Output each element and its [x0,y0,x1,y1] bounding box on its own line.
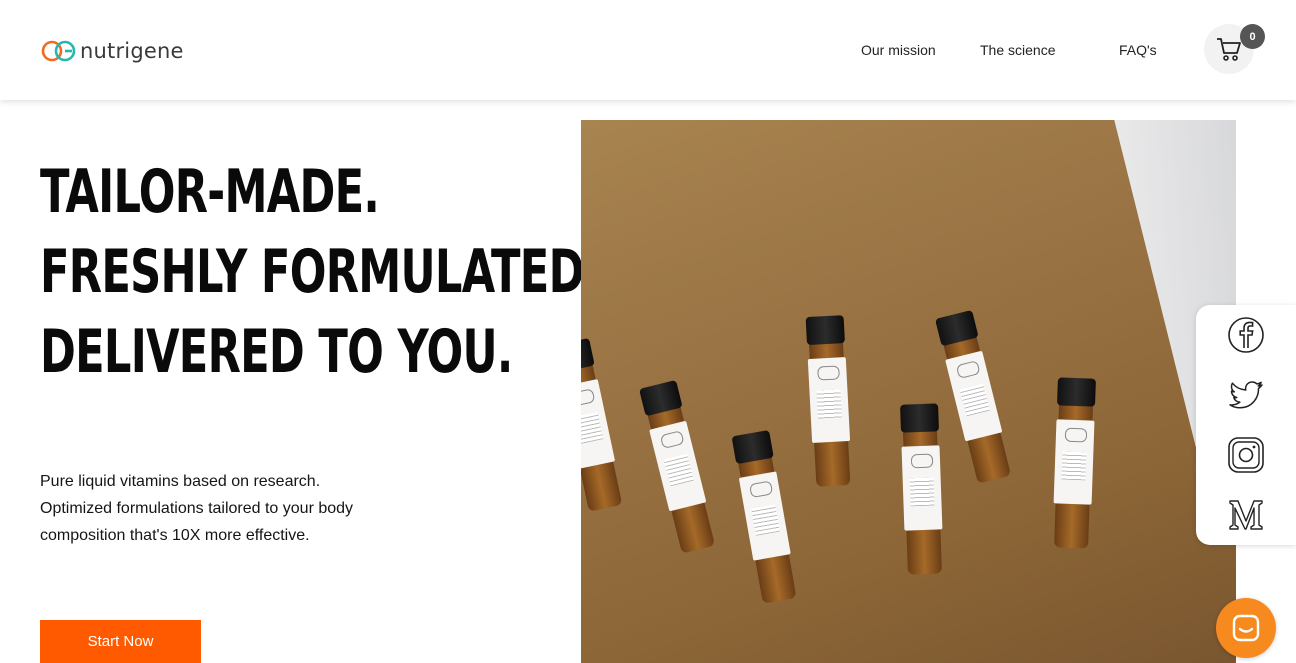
nav-faqs[interactable]: FAQ's [1119,42,1157,58]
logo-link[interactable]: nutrigene [40,36,184,66]
nav-our-mission[interactable]: Our mission [861,42,936,58]
facebook-icon[interactable] [1226,315,1266,355]
vial [639,379,717,554]
hero-product-photo [581,120,1236,663]
hero-headline: TAILOR-MADE. FRESHLY FORMULATED. DELIVER… [40,152,600,392]
logo-text: nutrigene [80,39,184,63]
vial [935,309,1013,484]
vial [1052,377,1096,549]
cart-count-badge: 0 [1240,24,1265,49]
start-now-button[interactable]: Start Now [40,620,201,663]
chat-icon [1232,614,1260,642]
chat-launcher-button[interactable] [1216,598,1276,658]
vial [900,403,944,575]
twitter-icon[interactable] [1226,375,1266,415]
site-header: nutrigene Our mission The science FAQ's … [0,0,1296,100]
headline-line-3: DELIVERED TO YOU. [40,317,513,387]
medium-icon[interactable] [1226,495,1266,535]
vial [581,337,624,512]
instagram-icon[interactable] [1226,435,1266,475]
vial [731,429,799,604]
hero-description: Pure liquid vitamins based on research. … [40,473,354,544]
cart-icon [1217,38,1241,61]
headline-line-1: TAILOR-MADE. [40,157,380,227]
vial [805,315,853,487]
headline-line-2: FRESHLY FORMULATED. [40,237,600,307]
nutrigene-logo-icon [41,40,76,62]
nav-the-science[interactable]: The science [980,42,1055,58]
social-links-panel [1196,305,1296,545]
